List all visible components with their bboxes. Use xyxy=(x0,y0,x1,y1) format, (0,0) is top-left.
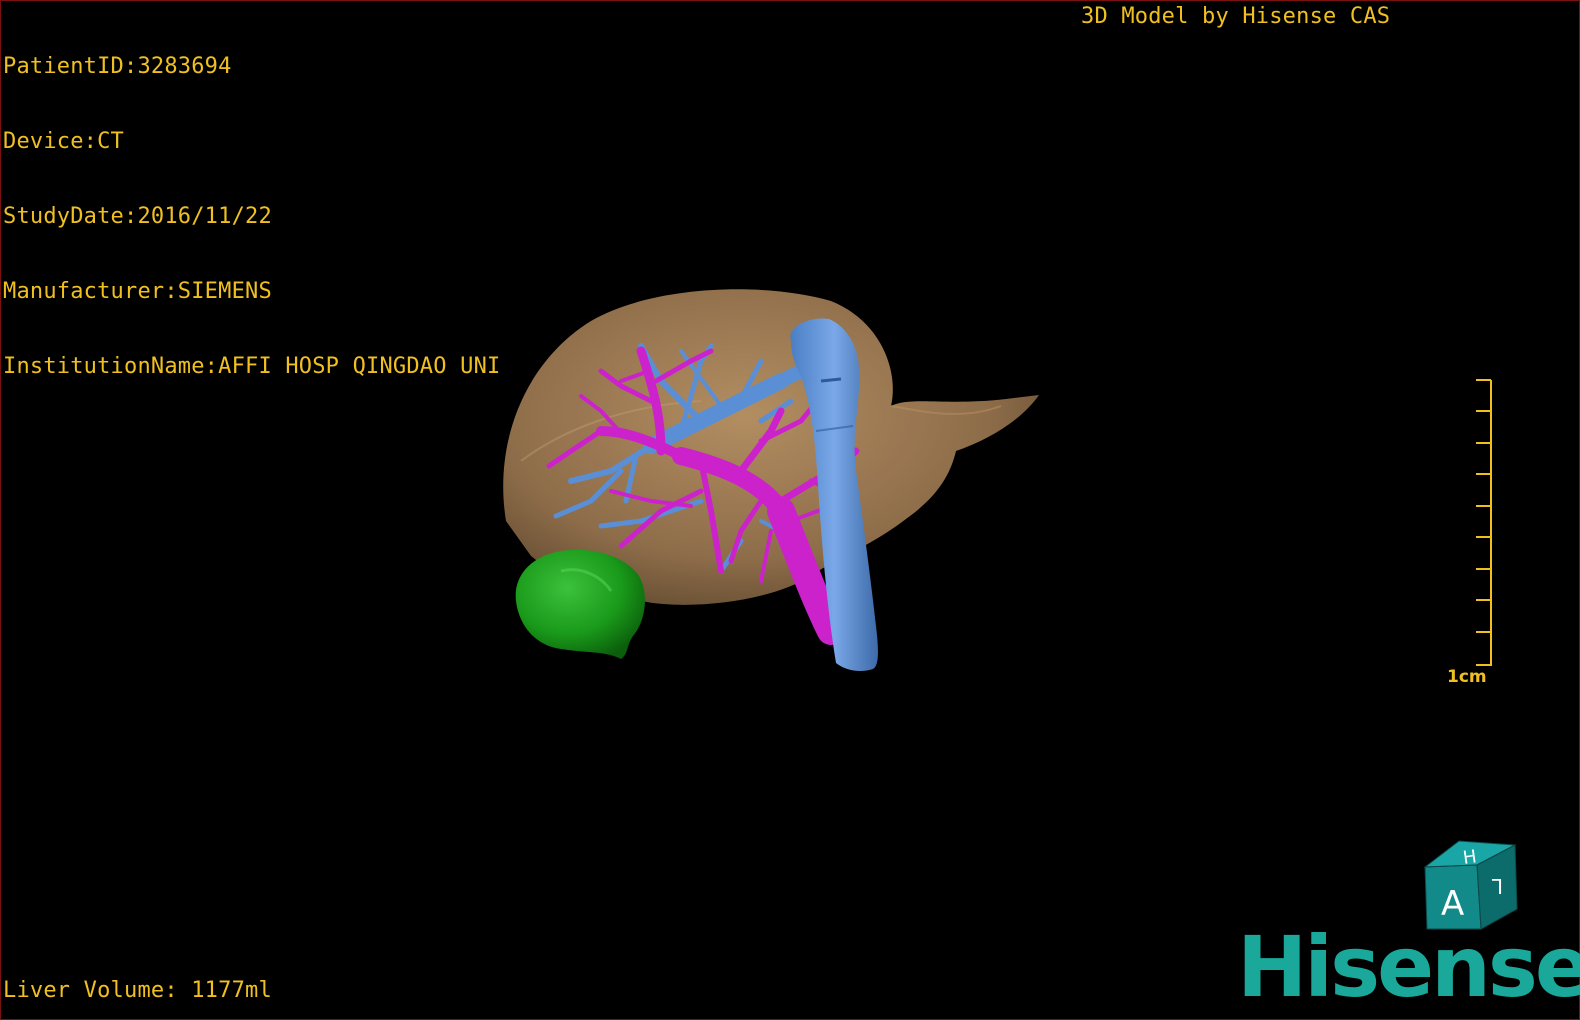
institution-label: InstitutionName:AFFI HOSP QINGDAO UNI xyxy=(3,354,501,379)
model-credit-label: 3D Model by Hisense CAS xyxy=(1081,4,1391,29)
patient-id-label: PatientID:3283694 xyxy=(3,54,232,79)
scale-label: 1cm xyxy=(1447,667,1487,687)
manufacturer-label: Manufacturer:SIEMENS xyxy=(3,279,272,304)
study-date-label: StudyDate:2016/11/22 xyxy=(3,204,272,229)
cube-face-side: L xyxy=(1491,874,1503,898)
hisense-logo: Hisense xyxy=(1237,918,1580,1016)
3d-viewport[interactable]: PatientID:3283694 Device:CT StudyDate:20… xyxy=(0,0,1580,1020)
device-label: Device:CT xyxy=(3,129,125,154)
liver-volume-label: Liver Volume: 1177ml xyxy=(3,978,272,1003)
patient-info-overlay: PatientID:3283694 Device:CT StudyDate:20… xyxy=(3,4,500,429)
gallbladder xyxy=(515,549,645,659)
cube-face-top: H xyxy=(1462,846,1478,869)
scale-bar xyxy=(1476,379,1492,666)
